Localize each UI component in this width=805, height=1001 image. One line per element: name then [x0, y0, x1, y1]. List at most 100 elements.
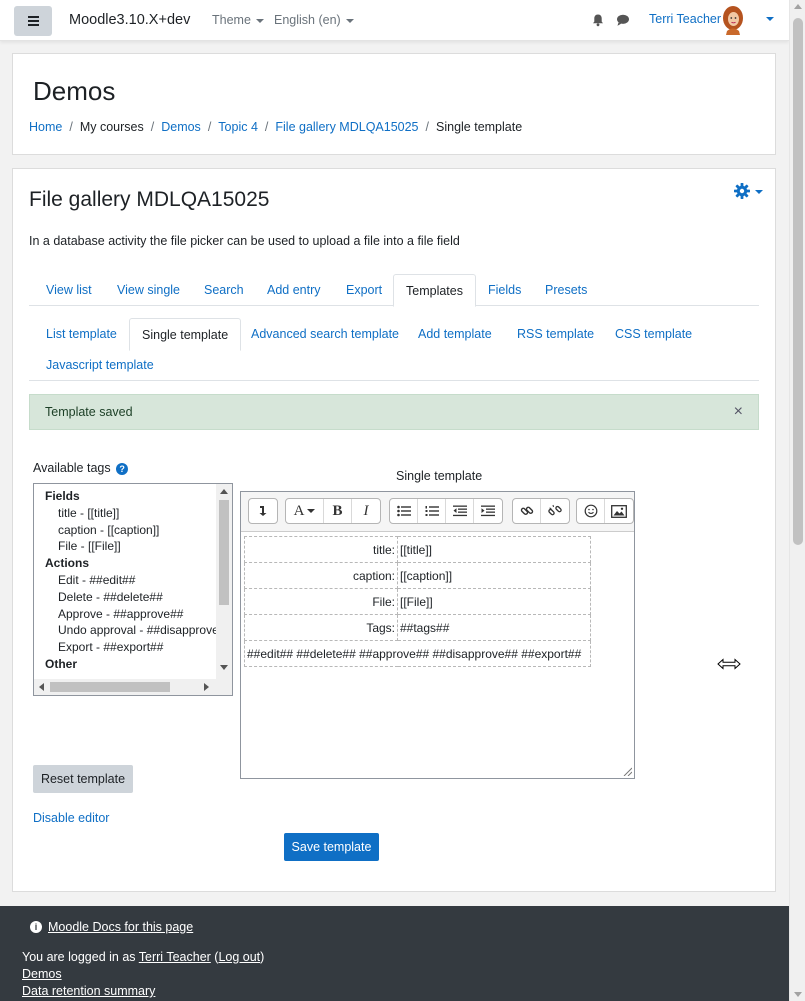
tab-search[interactable]: Search — [204, 274, 244, 306]
tag-option[interactable]: Delete - ##delete## — [34, 589, 219, 606]
show-more-buttons-button[interactable] — [249, 499, 277, 523]
scroll-down-arrow-icon[interactable] — [220, 665, 228, 670]
breadcrumb-current: Single template — [436, 120, 523, 134]
breadcrumb-activity[interactable]: File gallery MDLQA15025 — [275, 120, 418, 134]
tag-option[interactable]: caption - [[caption]] — [34, 522, 219, 539]
unordered-list-button[interactable] — [390, 499, 418, 523]
paragraph-style-button[interactable]: A — [286, 499, 324, 523]
theme-menu[interactable]: Theme — [212, 13, 264, 27]
template-table[interactable]: title: [[title]] caption: [[caption]] Fi… — [244, 536, 591, 667]
taglist-horizontal-scrollbar[interactable] — [34, 679, 232, 695]
language-menu[interactable]: English (en) — [274, 13, 354, 27]
resize-cursor-icon — [717, 658, 741, 670]
site-brand[interactable]: Moodle3.10.X+dev — [69, 12, 190, 28]
success-alert: Template saved × — [29, 394, 759, 430]
scrollbar-thumb[interactable] — [219, 500, 229, 605]
subtab-rss-template[interactable]: RSS template — [517, 318, 594, 350]
scroll-down-arrow-icon[interactable] — [794, 992, 802, 997]
image-button[interactable] — [605, 499, 633, 523]
moodle-docs-link-wrapper: i Moodle Docs for this page — [30, 920, 193, 934]
caret-down-icon — [255, 18, 264, 23]
save-template-button[interactable]: Save template — [284, 833, 379, 861]
bell-icon[interactable] — [591, 13, 605, 27]
tab-add-entry[interactable]: Add entry — [267, 274, 321, 306]
breadcrumb-section[interactable]: Topic 4 — [218, 120, 258, 134]
smiley-icon — [584, 504, 597, 518]
scroll-left-arrow-icon[interactable] — [39, 683, 44, 691]
scrollbar-thumb[interactable] — [793, 18, 803, 545]
hamburger-button[interactable] — [14, 6, 52, 36]
caret-down-icon — [307, 509, 316, 513]
tag-option[interactable]: Approve - ##approve## — [34, 606, 219, 623]
tab-fields[interactable]: Fields — [488, 274, 521, 306]
bold-icon: B — [332, 502, 343, 519]
font-style-icon: A — [293, 502, 305, 519]
scrollbar-thumb[interactable] — [50, 682, 170, 692]
page-scrollbar[interactable] — [789, 0, 805, 1001]
toolbar-group-lists — [389, 498, 503, 524]
bold-button[interactable]: B — [324, 499, 352, 523]
primary-tabs: View list View single Search Add entry E… — [29, 274, 759, 307]
template-editor[interactable]: A B I title: [[title]] caption: [[captio… — [240, 491, 635, 779]
tab-view-list[interactable]: View list — [46, 274, 92, 306]
unlink-button[interactable] — [541, 499, 569, 523]
outdent-button[interactable] — [446, 499, 474, 523]
template-subtabs: List template Single template Advanced s… — [29, 318, 759, 381]
language-menu-label: English (en) — [274, 13, 341, 27]
toolbar-group-toggle — [248, 498, 278, 524]
breadcrumb-course[interactable]: Demos — [161, 120, 201, 134]
scroll-up-arrow-icon[interactable] — [220, 489, 228, 494]
breadcrumb-home[interactable]: Home — [29, 120, 62, 134]
subtab-single-template[interactable]: Single template — [129, 318, 242, 351]
subtab-css-template[interactable]: CSS template — [615, 318, 692, 350]
activity-title: File gallery MDLQA15025 — [29, 188, 270, 211]
tag-option[interactable]: File - [[File]] — [34, 538, 219, 555]
tab-presets[interactable]: Presets — [545, 274, 587, 306]
login-info: You are logged in as Terri Teacher (Log … — [22, 950, 264, 964]
disable-editor-link[interactable]: Disable editor — [33, 811, 109, 825]
chat-icon[interactable] — [616, 13, 630, 27]
tab-view-single[interactable]: View single — [117, 274, 180, 306]
tag-option[interactable]: Export - ##export## — [34, 639, 219, 656]
subtab-javascript-template[interactable]: Javascript template — [46, 349, 154, 381]
table-row: title: [[title]] — [244, 536, 591, 563]
available-tags-label: Available tags ? — [33, 461, 129, 475]
logout-link[interactable]: Log out — [218, 950, 260, 964]
tag-option[interactable]: Edit - ##edit## — [34, 572, 219, 589]
link-button[interactable] — [513, 499, 541, 523]
tag-group-actions: Actions — [45, 556, 90, 571]
tag-option[interactable]: title - [[title]] — [34, 505, 219, 522]
reset-template-button[interactable]: Reset template — [33, 765, 133, 793]
help-icon[interactable]: ? — [116, 462, 129, 475]
avatar[interactable] — [718, 5, 748, 35]
emoticon-button[interactable] — [577, 499, 605, 523]
expand-toolbar-icon — [259, 506, 267, 516]
scroll-up-arrow-icon[interactable] — [794, 4, 802, 9]
actions-tags: ##edit## ##delete## ##approve## ##disapp… — [244, 640, 591, 667]
subtab-add-template[interactable]: Add template — [418, 318, 492, 350]
subtab-list-template[interactable]: List template — [46, 318, 117, 350]
data-retention-link[interactable]: Data retention summary — [22, 984, 155, 998]
taglist-vertical-scrollbar[interactable] — [216, 484, 232, 679]
link-icon — [520, 506, 533, 516]
resize-handle-icon[interactable] — [623, 767, 632, 776]
hamburger-icon — [27, 16, 39, 18]
subtab-advanced-search-template[interactable]: Advanced search template — [251, 318, 399, 350]
tag-option[interactable]: Undo approval - ##disapprove## — [34, 622, 219, 639]
close-icon[interactable]: × — [734, 403, 743, 421]
available-tags-list[interactable]: Fields title - [[title]] caption - [[cap… — [33, 483, 233, 696]
ordered-list-button[interactable] — [418, 499, 446, 523]
scroll-right-arrow-icon[interactable] — [204, 683, 209, 691]
caret-down-icon[interactable] — [766, 17, 774, 21]
tab-export[interactable]: Export — [346, 274, 382, 306]
user-menu-name[interactable]: Terri Teacher — [649, 12, 721, 26]
footer-course-link[interactable]: Demos — [22, 967, 62, 981]
italic-button[interactable]: I — [352, 499, 380, 523]
caret-down-icon — [345, 18, 354, 23]
bullet-list-icon — [396, 505, 411, 517]
tab-templates[interactable]: Templates — [393, 274, 476, 307]
moodle-docs-link[interactable]: Moodle Docs for this page — [48, 920, 193, 934]
indent-button[interactable] — [474, 499, 502, 523]
gear-icon[interactable] — [733, 182, 763, 200]
logged-user-link[interactable]: Terri Teacher — [139, 950, 211, 964]
